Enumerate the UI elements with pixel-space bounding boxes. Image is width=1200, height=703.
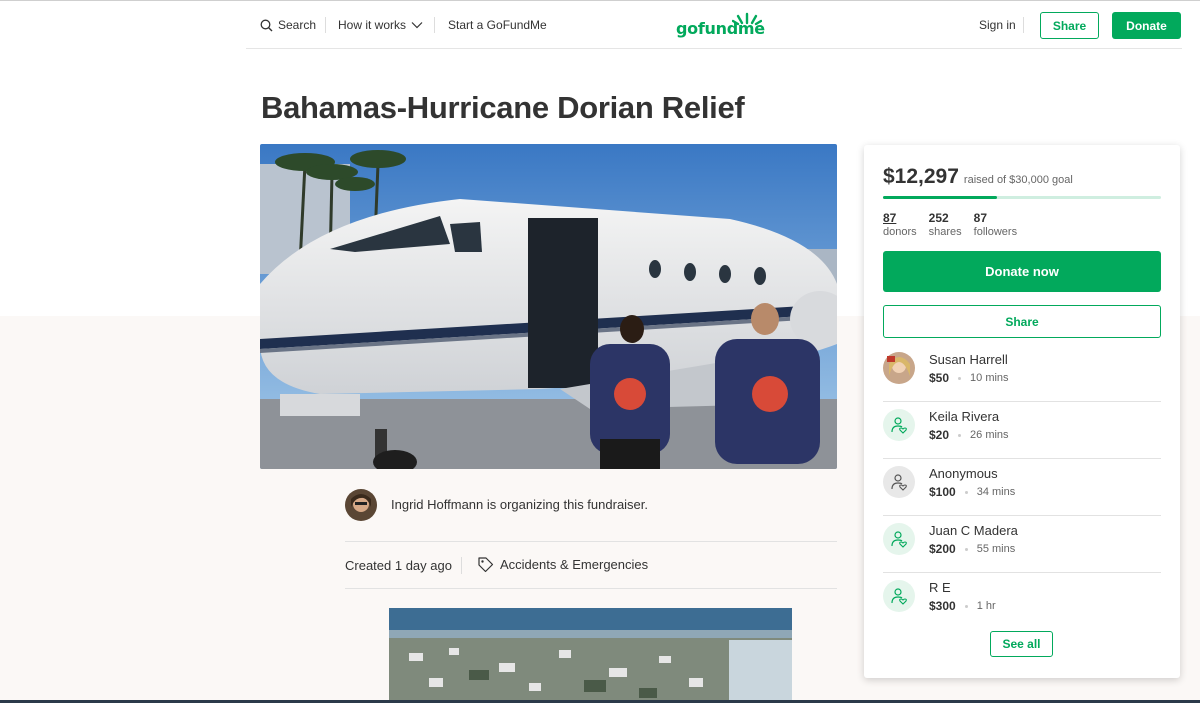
chevron-down-icon: [411, 22, 423, 29]
donor-amount: $100: [929, 485, 956, 499]
separator-dot: [964, 490, 968, 494]
donor-meta: $300 1 hr: [929, 599, 996, 613]
category-link[interactable]: Accidents & Emergencies: [477, 556, 648, 573]
donor-heart-icon: [883, 466, 915, 498]
separator-dot: [958, 433, 962, 437]
raised-amount: $12,297: [883, 165, 959, 188]
donor-time: 34 mins: [976, 486, 1016, 498]
separator-dot: [964, 547, 968, 551]
donor-heart-icon: [883, 523, 915, 555]
search-label: Search: [278, 18, 317, 32]
donor-meta: $20 26 mins: [929, 428, 1009, 442]
stat-number: 87: [883, 211, 897, 225]
nav-divider: [434, 17, 435, 33]
donor-meta: $100 34 mins: [929, 485, 1015, 499]
stat-label: followers: [973, 226, 1018, 238]
donor-name: Susan Harrell: [929, 352, 1008, 367]
gofundme-logo[interactable]: gofundme: [676, 11, 766, 41]
donor-time: 10 mins: [970, 372, 1009, 384]
stat-shares: 252 shares: [929, 211, 962, 239]
organizer-text: Ingrid Hoffmann is organizing this fundr…: [391, 497, 649, 512]
share-button[interactable]: Share: [883, 305, 1161, 338]
donor-name: Juan C Madera: [929, 523, 1018, 538]
start-gofundme-label: Start a GoFundMe: [448, 18, 547, 32]
nav-divider: [325, 17, 326, 33]
donor-meta: $50 10 mins: [929, 371, 1009, 385]
donate-now-button[interactable]: Donate now: [883, 251, 1161, 292]
start-gofundme-link[interactable]: Start a GoFundMe: [448, 18, 547, 32]
donation-sidebar-card: $12,297 raised of $30,000 goal 87 donors…: [864, 145, 1180, 678]
stat-label: donors: [883, 226, 917, 238]
campaign-hero-image[interactable]: [260, 144, 837, 469]
sign-in-link[interactable]: Sign in: [979, 18, 1016, 32]
donor-name: R E: [929, 580, 951, 595]
donor-time: 26 mins: [970, 429, 1009, 441]
sign-in-label: Sign in: [979, 18, 1016, 32]
search-link[interactable]: Search: [260, 18, 316, 32]
campaign-stats: 87 donors 252 shares 87 followers: [883, 211, 1017, 239]
how-it-works-menu[interactable]: How it works: [338, 18, 423, 32]
see-all-button[interactable]: See all: [990, 631, 1053, 657]
donor-heart-icon: [883, 580, 915, 612]
separator-dot: [964, 604, 968, 608]
stat-donors[interactable]: 87 donors: [883, 211, 917, 239]
donor-avatar: [883, 352, 915, 384]
tag-icon: [478, 557, 494, 573]
header-share-button[interactable]: Share: [1040, 12, 1099, 39]
donor-name: Anonymous: [929, 466, 998, 481]
stat-number: 252: [928, 211, 949, 225]
section-divider: [345, 588, 837, 589]
category-label: Accidents & Emergencies: [500, 557, 649, 572]
created-date: Created 1 day ago: [345, 558, 452, 573]
campaign-title: Bahamas-Hurricane Dorian Relief: [261, 90, 745, 125]
logo-sprout-icon: [732, 12, 762, 26]
donor-item: Keila Rivera $20 26 mins: [883, 402, 1161, 459]
donor-name: Keila Rivera: [929, 409, 1000, 424]
section-divider: [345, 541, 837, 542]
donor-heart-icon: [883, 409, 915, 441]
donor-item: Juan C Madera $200 55 mins: [883, 516, 1161, 573]
progress-bar: [883, 196, 1161, 199]
donor-amount: $200: [929, 542, 956, 556]
search-icon: [260, 19, 273, 31]
progress-fill: [883, 196, 997, 199]
stat-followers: 87 followers: [974, 211, 1017, 239]
donor-time: 55 mins: [976, 543, 1016, 555]
donor-time: 1 hr: [976, 600, 996, 612]
nav-divider: [1023, 17, 1024, 33]
donor-item: R E $300 1 hr: [883, 573, 1161, 630]
raised-summary: $12,297 raised of $30,000 goal: [883, 165, 1073, 189]
campaign-story-image: [389, 608, 792, 703]
meta-divider: [461, 557, 462, 574]
site-header: Search How it works Start a GoFundMe gof…: [246, 1, 1182, 49]
donor-item: Susan Harrell $50 10 mins: [883, 345, 1161, 402]
donor-amount: $50: [929, 371, 950, 385]
donor-amount: $20: [929, 428, 950, 442]
donor-amount: $300: [929, 599, 956, 613]
stat-number: 87: [973, 211, 988, 225]
goal-text: raised of $30,000 goal: [963, 174, 1073, 186]
organizer-avatar[interactable]: [345, 489, 377, 521]
donor-meta: $200 55 mins: [929, 542, 1015, 556]
how-it-works-label: How it works: [338, 18, 407, 32]
donor-item: Anonymous $100 34 mins: [883, 459, 1161, 516]
header-donate-button[interactable]: Donate: [1112, 12, 1181, 39]
hero-jet-illustration: [260, 144, 837, 469]
separator-dot: [958, 376, 962, 380]
stat-label: shares: [928, 226, 962, 238]
